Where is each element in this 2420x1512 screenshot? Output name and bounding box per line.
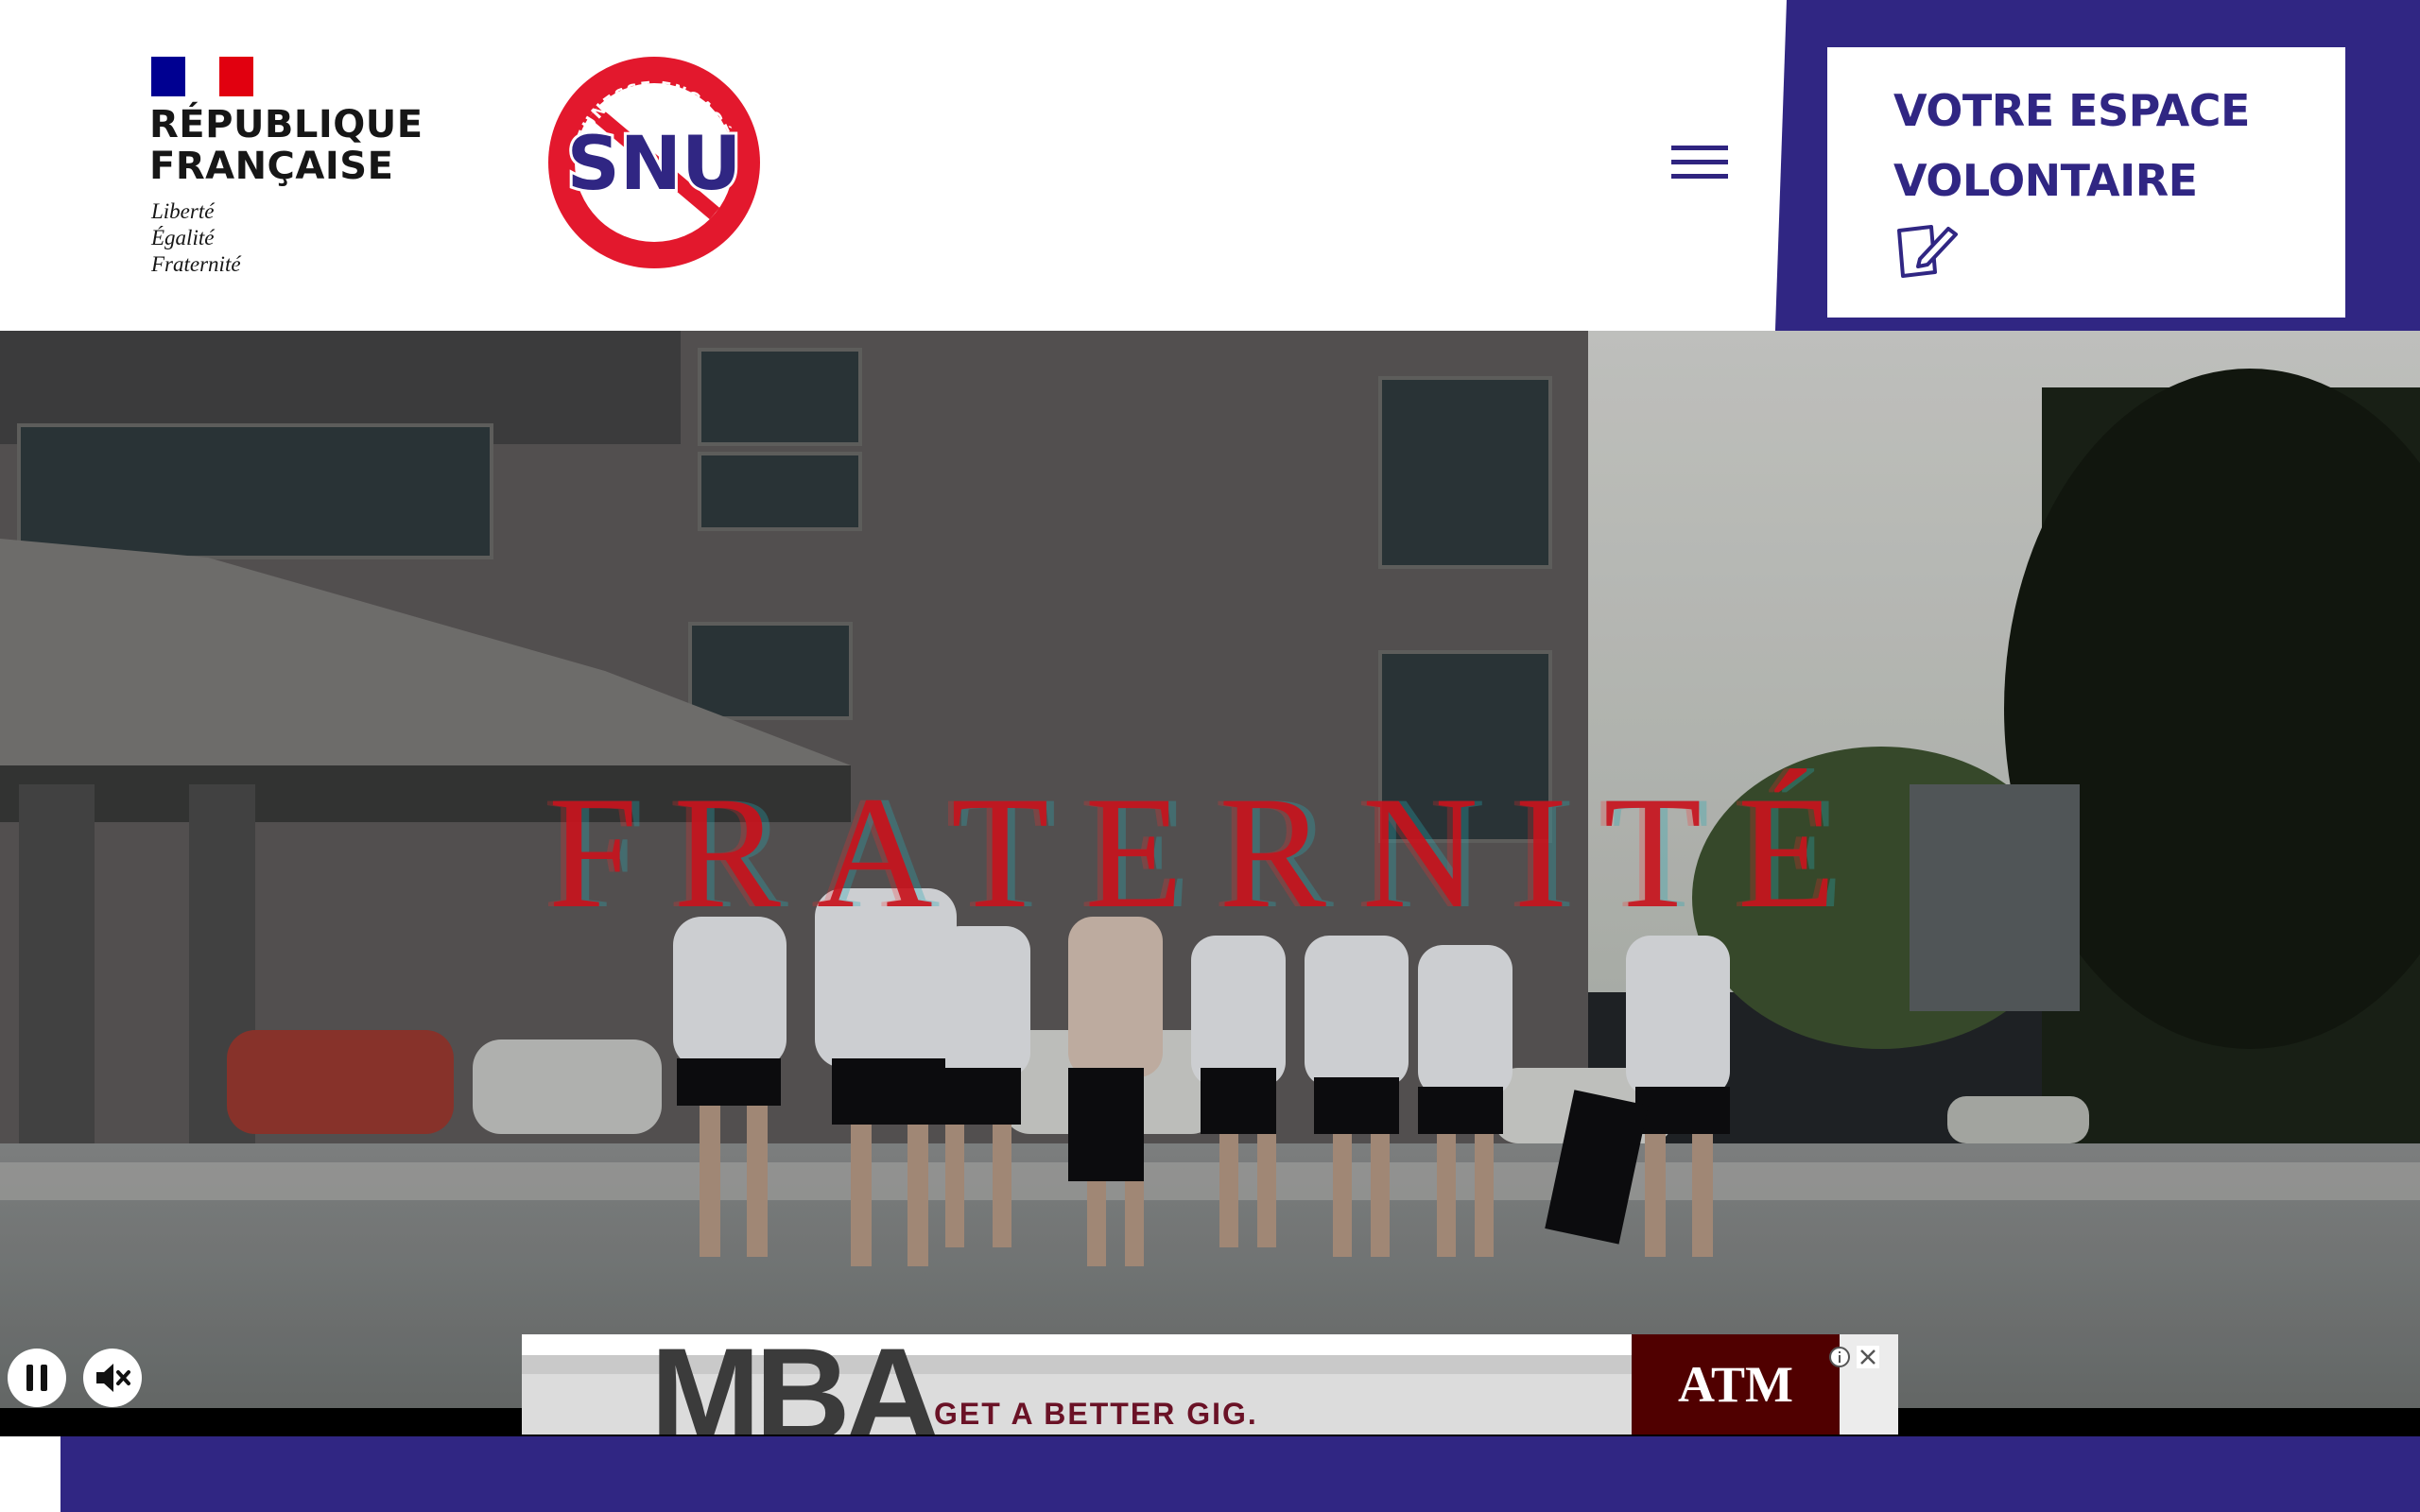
mute-button[interactable] bbox=[83, 1349, 142, 1407]
espace-volontaire-title: VOTRE ESPACE VOLONTAIRE bbox=[1893, 85, 2250, 206]
close-icon[interactable] bbox=[1857, 1346, 1879, 1368]
ad-headline: MBA bbox=[650, 1334, 941, 1435]
video-overlay-word: FRATERNITÉ bbox=[548, 764, 1872, 941]
snu-wordmark: SNU bbox=[567, 122, 742, 207]
mute-icon bbox=[96, 1364, 130, 1392]
ad-tagline: GET A BETTER GIG. bbox=[934, 1397, 1258, 1431]
republique-motto: Liberté Égalité Fraternité bbox=[151, 199, 241, 276]
ad-brand-logo: ATM bbox=[1632, 1334, 1840, 1435]
republique-francaise-logo[interactable]: RÉPUBLIQUE FRANÇAISE Liberté Égalité Fra… bbox=[149, 55, 423, 282]
ad-brand-text: ATM bbox=[1678, 1356, 1793, 1413]
pause-icon bbox=[26, 1365, 47, 1391]
snu-logo[interactable]: JEUNESSE ENGAGÉE SNU bbox=[546, 55, 762, 270]
info-icon[interactable] bbox=[1828, 1346, 1851, 1368]
pause-button[interactable] bbox=[8, 1349, 66, 1407]
edit-note-icon bbox=[1897, 225, 1958, 278]
republique-francaise-name: RÉPUBLIQUE FRANÇAISE bbox=[149, 103, 424, 188]
advertisement-banner[interactable]: MBA GET A BETTER GIG. ATM bbox=[522, 1334, 1898, 1435]
page-bottom-band bbox=[60, 1436, 2420, 1512]
page-bottom-margin bbox=[0, 1436, 60, 1512]
espace-volontaire-button[interactable]: VOTRE ESPACE VOLONTAIRE bbox=[1827, 47, 2345, 318]
hero-video[interactable]: FRATERNITÉ bbox=[0, 331, 2420, 1436]
hamburger-icon[interactable] bbox=[1671, 146, 1728, 187]
french-flag-icon bbox=[151, 57, 253, 96]
